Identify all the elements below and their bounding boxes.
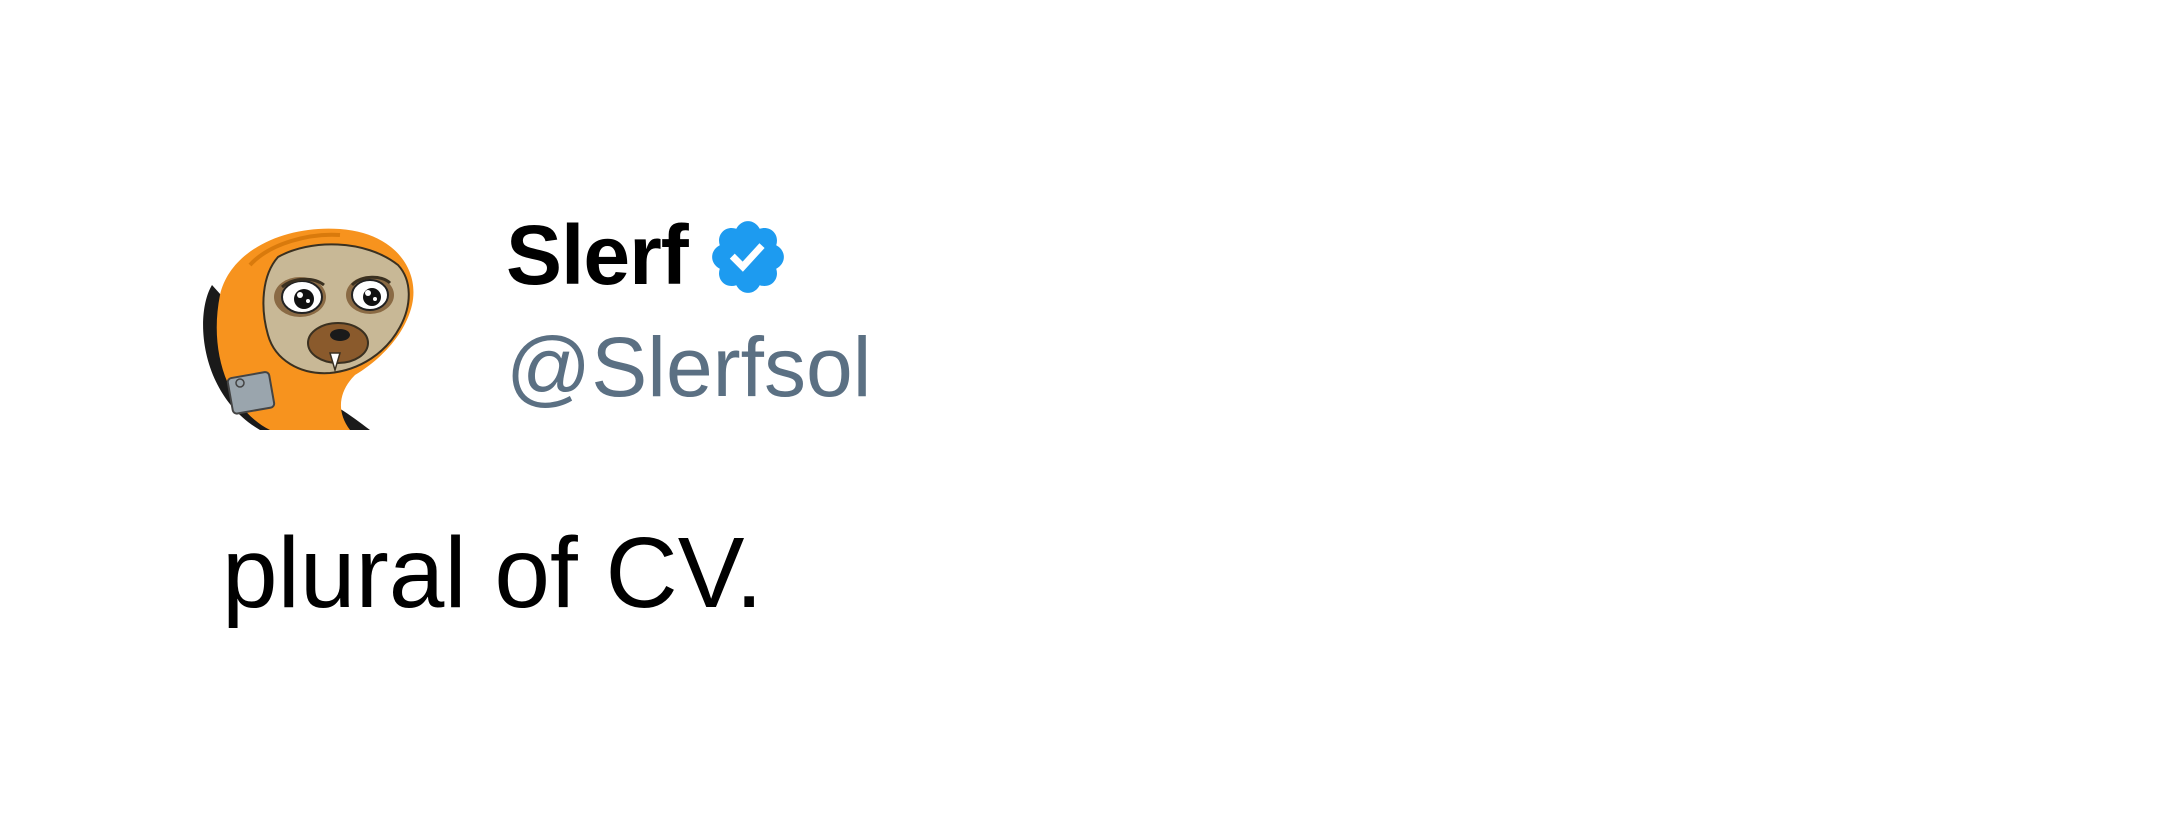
avatar[interactable]	[190, 225, 420, 435]
tweet-card: Slerf @Slerfsol plural of CV.	[0, 0, 2160, 820]
tweet-text: plural of CV.	[222, 517, 764, 629]
sloth-avatar-icon	[203, 228, 414, 430]
author-name-row[interactable]: Slerf	[506, 210, 790, 300]
verified-badge-icon	[706, 215, 790, 299]
author-handle[interactable]: @Slerfsol	[506, 322, 871, 412]
author-display-name[interactable]: Slerf	[506, 210, 689, 300]
